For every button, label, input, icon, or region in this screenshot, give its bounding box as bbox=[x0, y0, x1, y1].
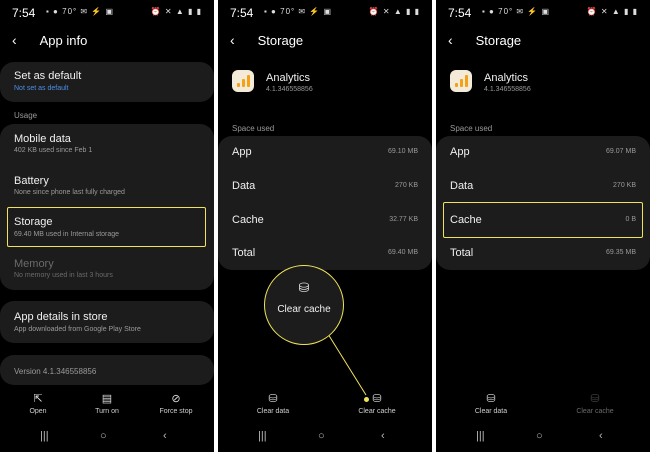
battery-title: Battery bbox=[14, 175, 49, 187]
status-bar: 7:54 ▪ ● 70° ✉ ⚡ ▣ ⏰ ✕ ▲ ▮ ▮ bbox=[12, 6, 202, 20]
space-used-label: Space used bbox=[450, 124, 493, 133]
storage-row-app: App 69.07 MB bbox=[450, 136, 636, 170]
storage-highlight bbox=[7, 207, 206, 247]
battery-sub: None since phone last fully charged bbox=[14, 189, 125, 196]
clear-data-label: Clear data bbox=[474, 408, 508, 415]
force-stop-label: Force stop bbox=[159, 408, 193, 415]
mobile-data-title: Mobile data bbox=[14, 133, 71, 145]
force-stop-button[interactable]: ⊘ Force stop bbox=[141, 392, 211, 415]
turn-on-icon: ▤ bbox=[101, 393, 113, 405]
memory-title: Memory bbox=[14, 258, 54, 270]
callout-line bbox=[322, 325, 367, 396]
notification-icons: ▪ ● 70° ✉ ⚡ ▣ bbox=[46, 7, 115, 16]
cache-highlight bbox=[443, 202, 643, 238]
action-bar: ⛁ Clear data ⛁ Clear cache bbox=[436, 392, 650, 418]
home-icon[interactable]: ○ bbox=[536, 430, 543, 442]
storage-row-data: Data 270 KB bbox=[450, 170, 636, 204]
system-status-icons: ⏰ ✕ ▲ ▮ ▮ bbox=[586, 7, 638, 16]
mobile-data-sub: 402 KB used since Feb 1 bbox=[14, 147, 93, 154]
row-label: Data bbox=[450, 180, 474, 192]
page-title: Storage bbox=[475, 33, 522, 48]
action-bar: ⇱ Open ▤ Turn on ⊘ Force stop bbox=[0, 392, 214, 418]
nav-bar: ||| ○ ‹ bbox=[436, 430, 650, 446]
clear-data-icon: ⛁ bbox=[486, 393, 496, 405]
page-title: App info bbox=[39, 33, 88, 48]
status-time: 7:54 bbox=[448, 6, 472, 20]
row-label: App bbox=[450, 146, 470, 158]
back-arrow-icon[interactable]: ‹ bbox=[12, 32, 26, 48]
system-status-icons: ⏰ ✕ ▲ ▮ ▮ bbox=[150, 7, 202, 16]
action-bar: ⛁ Clear data ⛁ Clear cache bbox=[218, 392, 432, 418]
nav-back-icon[interactable]: ‹ bbox=[381, 430, 385, 442]
clear-data-button[interactable]: ⛁ Clear data bbox=[456, 392, 526, 415]
app-details-sub: App downloaded from Google Play Store bbox=[14, 326, 141, 333]
set-as-default-status: Not set as default bbox=[14, 85, 69, 92]
nav-back-icon[interactable]: ‹ bbox=[599, 430, 603, 442]
clear-cache-zoom-callout: ⛁ Clear cache bbox=[264, 265, 344, 345]
nav-bar: ||| ○ ‹ bbox=[0, 430, 214, 446]
row-value: 69.35 MB bbox=[606, 249, 636, 256]
open-label: Open bbox=[29, 408, 47, 415]
storage-row-total: Total 69.35 MB bbox=[450, 237, 636, 271]
recent-apps-icon[interactable]: ||| bbox=[476, 430, 485, 442]
memory-sub: No memory used in last 3 hours bbox=[14, 272, 113, 279]
clear-data-icon: ⛁ bbox=[268, 393, 278, 405]
clear-cache-icon: ⛁ bbox=[590, 393, 600, 405]
force-stop-icon: ⊘ bbox=[171, 393, 181, 405]
status-bar: 7:54 ▪ ● 70° ✉ ⚡ ▣ ⏰ ✕ ▲ ▮ ▮ bbox=[448, 6, 638, 20]
set-as-default-item[interactable]: Set as default Not set as default bbox=[0, 62, 214, 102]
status-time: 7:54 bbox=[12, 6, 36, 20]
app-details-title: App details in store bbox=[14, 311, 108, 323]
version-text: Version 4.1.346558856 bbox=[14, 367, 97, 376]
app-details-item[interactable]: App details in store App downloaded from… bbox=[0, 301, 214, 343]
nav-back-icon[interactable]: ‹ bbox=[163, 430, 167, 442]
row-value: 270 KB bbox=[613, 182, 636, 189]
version-card: Version 4.1.346558856 bbox=[0, 355, 214, 385]
clear-cache-label: Clear cache bbox=[576, 408, 614, 415]
back-arrow-icon[interactable]: ‹ bbox=[448, 32, 462, 48]
storage-screen-after: 7:54 ▪ ● 70° ✉ ⚡ ▣ ⏰ ✕ ▲ ▮ ▮ ‹ Storage A… bbox=[436, 0, 650, 452]
clear-cache-icon: ⛁ bbox=[372, 393, 382, 405]
clear-cache-button[interactable]: ⛁ Clear cache bbox=[342, 392, 412, 415]
clear-data-label: Clear data bbox=[256, 408, 290, 415]
app-info-header: ‹ App info bbox=[12, 32, 87, 50]
row-label: Total bbox=[450, 247, 474, 259]
open-button[interactable]: ⇱ Open bbox=[3, 392, 73, 415]
home-icon[interactable]: ○ bbox=[318, 430, 325, 442]
analytics-app-icon bbox=[450, 70, 472, 92]
app-name: Analytics bbox=[484, 72, 529, 84]
home-icon[interactable]: ○ bbox=[100, 430, 107, 442]
nav-bar: ||| ○ ‹ bbox=[218, 430, 432, 446]
open-icon: ⇱ bbox=[33, 393, 43, 405]
recent-apps-icon[interactable]: ||| bbox=[40, 430, 49, 442]
clear-cache-label: Clear cache bbox=[358, 408, 396, 415]
storage-screen-before: 7:54 ▪ ● 70° ✉ ⚡ ▣ ⏰ ✕ ▲ ▮ ▮ ‹ Storage A… bbox=[218, 0, 432, 452]
app-info-screen: 7:54 ▪ ● 70° ✉ ⚡ ▣ ⏰ ✕ ▲ ▮ ▮ ‹ App info … bbox=[0, 0, 214, 452]
turn-on-label: Turn on bbox=[95, 408, 119, 415]
recent-apps-icon[interactable]: ||| bbox=[258, 430, 267, 442]
zoom-label: Clear cache bbox=[277, 304, 331, 315]
clear-cache-icon: ⛁ bbox=[298, 280, 310, 295]
turn-on-button[interactable]: ▤ Turn on bbox=[72, 392, 142, 415]
storage-header: ‹ Storage bbox=[448, 32, 521, 50]
clear-cache-button-disabled: ⛁ Clear cache bbox=[560, 392, 630, 415]
set-as-default-title: Set as default bbox=[14, 70, 82, 82]
clear-data-button[interactable]: ⛁ Clear data bbox=[238, 392, 308, 415]
usage-section-label: Usage bbox=[14, 111, 38, 120]
notification-icons: ▪ ● 70° ✉ ⚡ ▣ bbox=[482, 7, 551, 16]
row-value: 69.07 MB bbox=[606, 148, 636, 155]
app-version: 4.1.346558856 bbox=[484, 86, 531, 93]
